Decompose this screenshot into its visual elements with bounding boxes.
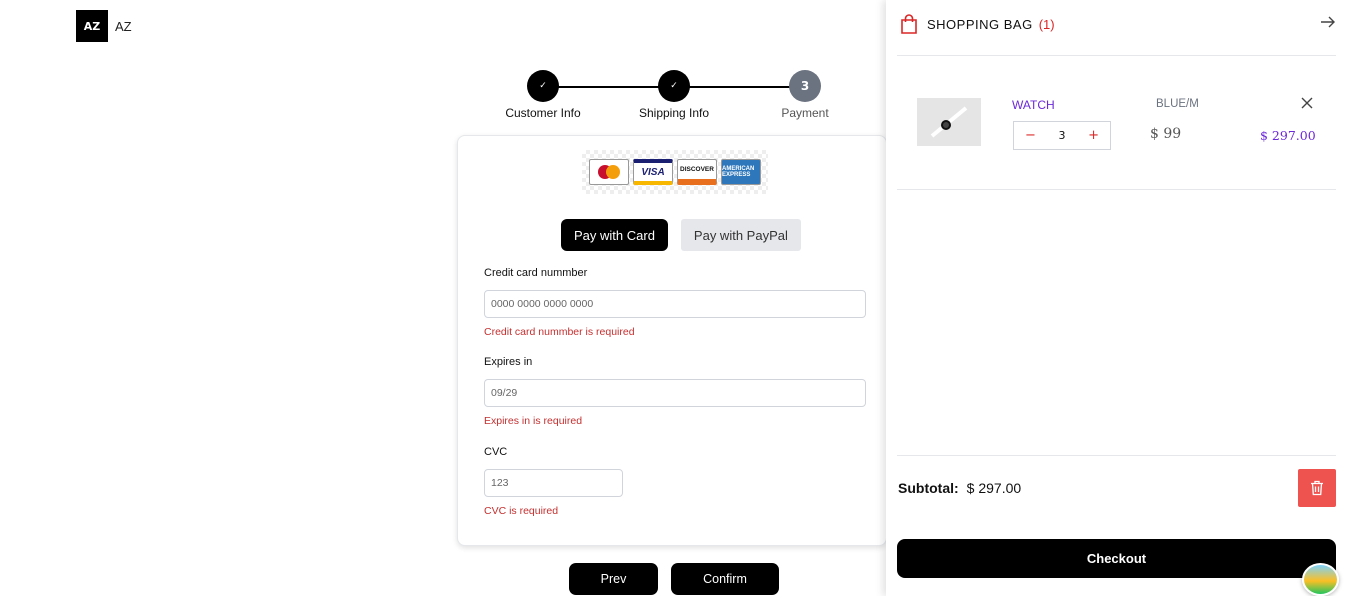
shopping-bag-title: SHOPPING BAG <box>927 16 1033 32</box>
card-number-error: Credit card nummber is required <box>484 326 635 338</box>
checkout-page: AZ AZ ✓ Customer Info ✓ Shipping Info 3 … <box>0 0 1350 596</box>
step-check-icon: ✓ <box>658 70 690 102</box>
unit-price: $ 99 <box>1150 126 1182 142</box>
decrease-quantity-button[interactable]: − <box>1025 128 1036 143</box>
arrow-right-icon[interactable] <box>1320 14 1336 30</box>
pay-with-card-button[interactable]: Pay with Card <box>561 219 668 251</box>
pay-with-paypal-button[interactable]: Pay with PayPal <box>680 219 801 251</box>
brand-logo[interactable]: AZ AZ <box>76 10 132 42</box>
prev-button[interactable]: Prev <box>569 563 658 595</box>
cvc-input[interactable]: 123 <box>484 469 623 497</box>
logo-text: AZ <box>115 18 132 34</box>
subtotal-value: $ 297.00 <box>966 480 1022 496</box>
step-customer-info[interactable]: ✓ Customer Info <box>488 70 598 120</box>
product-variant: BLUE/M <box>1156 98 1199 110</box>
discover-logo: DISCOVER <box>677 159 717 185</box>
amex-logo: AMERICAN EXPRESS <box>721 159 761 185</box>
product-name[interactable]: WATCH <box>1012 98 1055 112</box>
header-divider <box>897 55 1336 56</box>
expires-label: Expires in <box>484 356 533 368</box>
close-icon[interactable] <box>1299 95 1315 111</box>
checkout-button[interactable]: Checkout <box>897 539 1336 578</box>
expires-error: Expires in is required <box>484 415 583 427</box>
checkout-stepper: ✓ Customer Info ✓ Shipping Info 3 Paymen… <box>490 70 840 125</box>
mastercard-logo <box>589 159 629 185</box>
subtotal-label: Subtotal: <box>898 480 959 496</box>
quantity-stepper: − 3 + <box>1013 121 1111 150</box>
shopping-bag-icon <box>901 14 917 34</box>
cvc-label: CVC <box>484 446 508 458</box>
trash-icon <box>1311 480 1323 496</box>
payment-method-toggle: Pay with Card Pay with PayPal <box>561 219 801 251</box>
step-check-icon: ✓ <box>527 70 559 102</box>
confirm-button[interactable]: Confirm <box>671 563 779 595</box>
bag-item-count: (1) <box>1038 16 1055 32</box>
payment-form-card: VISA DISCOVER AMERICAN EXPRESS Pay with … <box>457 135 887 546</box>
expires-input[interactable]: 09/29 <box>484 379 866 407</box>
item-divider <box>897 189 1336 190</box>
subtotal: Subtotal: $ 297.00 <box>898 480 1021 496</box>
line-total: $ 297.00 <box>1260 128 1316 143</box>
clear-bag-button[interactable] <box>1298 469 1336 507</box>
logo-mark: AZ <box>76 10 108 42</box>
cvc-error: CVC is required <box>484 505 559 517</box>
card-number-label: Credit card nummber <box>484 267 588 279</box>
card-number-input[interactable]: 0000 0000 0000 0000 <box>484 290 866 318</box>
step-payment[interactable]: 3 Payment <box>750 70 860 120</box>
shopping-bag-panel: SHOPPING BAG (1) WATCH BLUE/M − 3 + $ 99… <box>886 0 1350 596</box>
step-navigation: Prev Confirm <box>569 563 779 595</box>
chat-widget-button[interactable] <box>1302 563 1339 596</box>
step-label: Shipping Info <box>638 106 710 120</box>
step-label: Customer Info <box>505 106 581 120</box>
visa-logo: VISA <box>633 159 673 185</box>
quantity-value[interactable]: 3 <box>1059 129 1066 142</box>
accepted-cards-image: VISA DISCOVER AMERICAN EXPRESS <box>582 150 768 194</box>
step-number: 3 <box>789 70 821 102</box>
step-shipping-info[interactable]: ✓ Shipping Info <box>619 70 729 120</box>
increase-quantity-button[interactable]: + <box>1088 128 1099 143</box>
footer-divider <box>897 455 1336 456</box>
shopping-bag-header: SHOPPING BAG (1) <box>900 12 1336 36</box>
product-image <box>917 98 981 146</box>
step-label: Payment <box>781 106 829 120</box>
